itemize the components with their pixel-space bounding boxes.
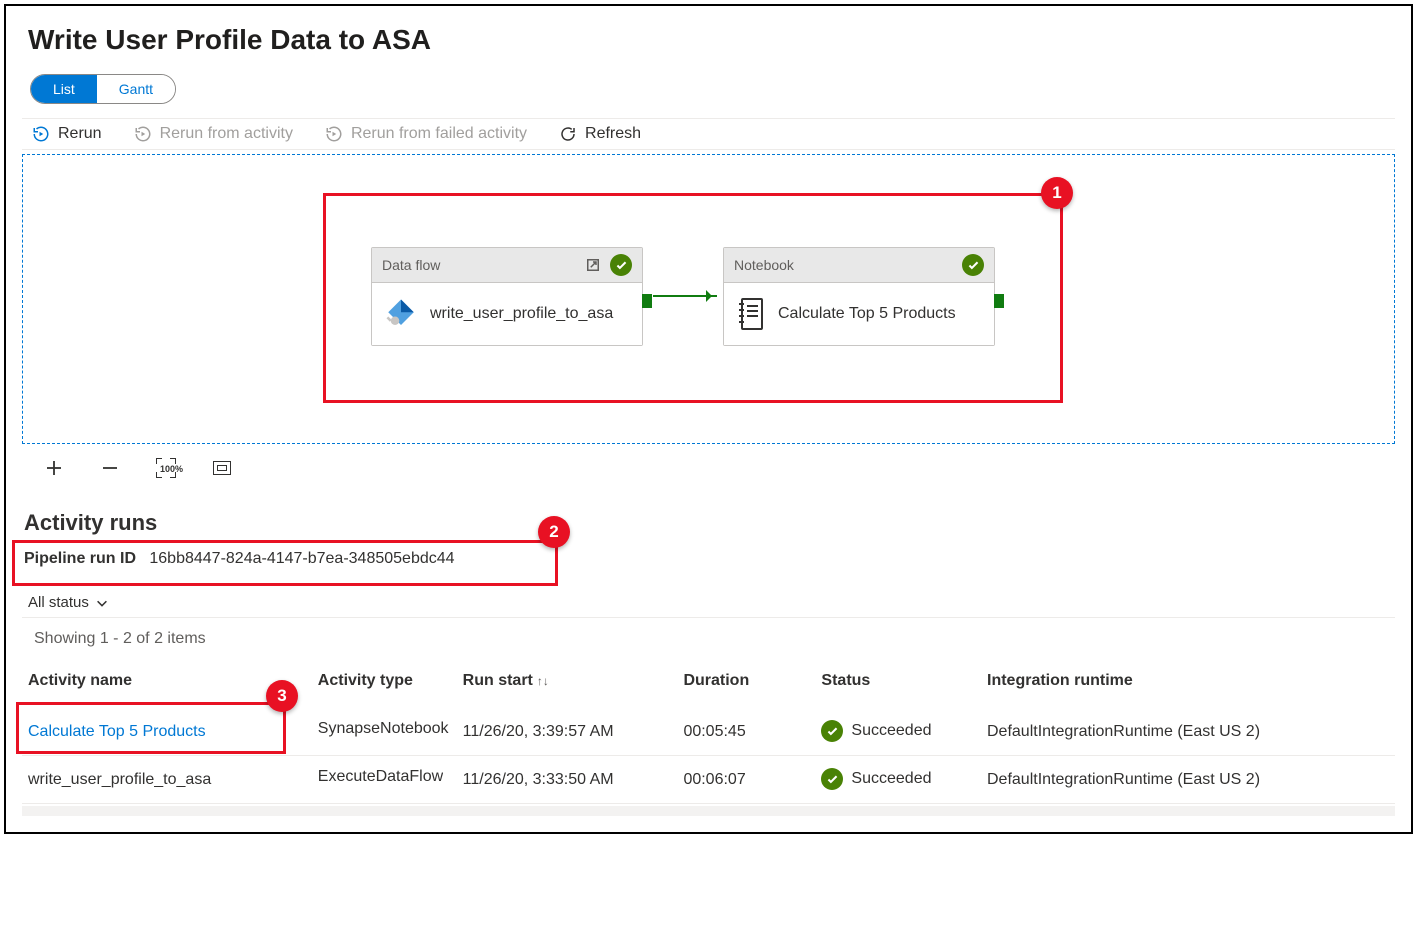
annotation-box-3	[16, 702, 286, 754]
callout-3: 3	[266, 680, 298, 712]
rerun-from-activity-button: Rerun from activity	[134, 125, 293, 143]
callout-1: 1	[1041, 177, 1073, 209]
zoom-reset-button[interactable]: 100%	[156, 458, 176, 478]
rerun-icon	[32, 125, 50, 143]
run-start-cell: 11/26/20, 3:33:50 AM	[457, 756, 678, 804]
output-port[interactable]	[994, 294, 1004, 308]
canvas-toolbar: 100%	[22, 444, 1395, 492]
status-filter-label: All status	[28, 594, 89, 611]
integration-runtime-cell: DefaultIntegrationRuntime (East US 2)	[981, 708, 1395, 756]
zoom-out-button[interactable]	[100, 458, 120, 478]
duration-cell: 00:05:45	[677, 708, 815, 756]
rerun-from-failed-button: Rerun from failed activity	[325, 125, 527, 143]
rerun-button[interactable]: Rerun	[32, 125, 102, 143]
dataflow-icon	[384, 297, 418, 331]
view-toggle: List Gantt	[30, 74, 176, 104]
horizontal-scrollbar[interactable]	[22, 806, 1395, 816]
node-type-label: Notebook	[734, 257, 794, 273]
zoom-level: 100%	[158, 462, 185, 476]
run-start-cell: 11/26/20, 3:39:57 AM	[457, 708, 678, 756]
activity-node-dataflow[interactable]: Data flow write_user_profile_to_asa	[371, 247, 643, 346]
node-name: Calculate Top 5 Products	[778, 305, 956, 323]
fit-to-screen-button[interactable]	[212, 458, 232, 478]
column-integration-runtime[interactable]: Integration runtime	[981, 660, 1395, 708]
results-count: Showing 1 - 2 of 2 items	[22, 618, 1395, 660]
refresh-icon	[559, 125, 577, 143]
sort-icon: ↑↓	[537, 674, 549, 688]
success-icon	[962, 254, 984, 276]
table-row: 3Calculate Top 5 ProductsSynapseNotebook…	[22, 708, 1395, 756]
zoom-in-button[interactable]	[44, 458, 64, 478]
success-icon	[610, 254, 632, 276]
activity-type-cell: SynapseNotebook	[318, 720, 449, 738]
chevron-down-icon	[95, 596, 109, 610]
node-name: write_user_profile_to_asa	[430, 305, 613, 323]
duration-cell: 00:06:07	[677, 756, 815, 804]
activity-runs-table: Activity name Activity type Run start↑↓ …	[22, 660, 1395, 804]
integration-runtime-cell: DefaultIntegrationRuntime (East US 2)	[981, 756, 1395, 804]
connector-arrow	[653, 295, 717, 297]
success-icon	[821, 720, 843, 742]
column-duration[interactable]: Duration	[677, 660, 815, 708]
column-status[interactable]: Status	[815, 660, 981, 708]
open-in-new-icon[interactable]	[584, 256, 602, 274]
activity-node-notebook[interactable]: Notebook Calculate Top 5 Products	[723, 247, 995, 346]
rerun-failed-label: Rerun from failed activity	[351, 125, 527, 143]
success-icon	[821, 768, 843, 790]
column-activity-type[interactable]: Activity type	[312, 660, 457, 708]
callout-2: 2	[538, 516, 570, 548]
rerun-label: Rerun	[58, 125, 102, 143]
page-title: Write User Profile Data to ASA	[28, 24, 1395, 56]
refresh-button[interactable]: Refresh	[559, 125, 641, 143]
view-toggle-gantt[interactable]: Gantt	[97, 75, 175, 103]
rerun-activity-label: Rerun from activity	[160, 125, 293, 143]
annotation-box-2	[12, 540, 558, 586]
column-run-start[interactable]: Run start↑↓	[457, 660, 678, 708]
pipeline-run-id-row: Pipeline run ID 16bb8447-824a-4147-b7ea-…	[22, 544, 1395, 574]
status-cell: Succeeded	[821, 720, 931, 742]
refresh-label: Refresh	[585, 125, 641, 143]
activity-runs-heading: Activity runs	[24, 510, 1395, 536]
table-row: write_user_profile_to_asa ExecuteDataFlow…	[22, 756, 1395, 804]
rerun-failed-icon	[325, 125, 343, 143]
toolbar: Rerun Rerun from activity Rerun from fai…	[22, 118, 1395, 150]
status-cell: Succeeded	[821, 768, 931, 790]
pipeline-canvas[interactable]: 1 Data flow write_user_profile_to_a	[22, 154, 1395, 444]
view-toggle-list[interactable]: List	[31, 75, 97, 103]
notebook-icon	[736, 297, 766, 331]
node-type-label: Data flow	[382, 257, 440, 273]
activity-name-cell: write_user_profile_to_asa	[28, 771, 211, 788]
output-port[interactable]	[642, 294, 652, 308]
rerun-activity-icon	[134, 125, 152, 143]
activity-type-cell: ExecuteDataFlow	[318, 768, 443, 786]
